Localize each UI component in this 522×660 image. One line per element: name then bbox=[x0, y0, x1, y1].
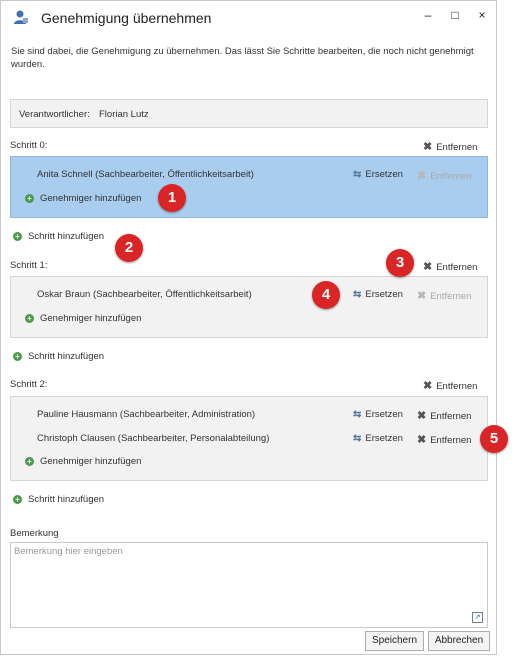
remove-label: Entfernen bbox=[430, 291, 472, 302]
intro-text: Sie sind dabei, die Genehmigung zu übern… bbox=[11, 46, 474, 70]
remove-icon: ✖ bbox=[423, 261, 433, 273]
add-step-button[interactable]: + Schritt hinzufügen bbox=[13, 351, 104, 362]
remove-icon: ✖ bbox=[423, 141, 433, 153]
user-icon bbox=[14, 10, 28, 24]
add-approver-label: Genehmiger hinzufügen bbox=[40, 193, 142, 204]
step-2-remove-label: Entfernen bbox=[436, 381, 478, 392]
replace-label: Ersetzen bbox=[365, 433, 403, 444]
add-icon: + bbox=[25, 313, 34, 323]
add-approver-button[interactable]: + Genehmiger hinzufügen bbox=[25, 193, 141, 204]
replace-button[interactable]: ⇆ Ersetzen bbox=[353, 433, 403, 444]
maximize-button[interactable]: □ bbox=[446, 8, 464, 24]
replace-label: Ersetzen bbox=[365, 169, 403, 180]
approver-name[interactable]: Anita Schnell (Sachbearbeiter, Öffentlic… bbox=[37, 169, 254, 180]
remove-icon: ✖ bbox=[423, 380, 433, 392]
step-2-box: Pauline Hausmann (Sachbearbeiter, Admini… bbox=[10, 396, 488, 481]
approver-remove-button[interactable]: ✖ Entfernen bbox=[417, 409, 471, 422]
step-0-remove-button[interactable]: ✖ Entfernen bbox=[423, 140, 477, 153]
approver-name[interactable]: Pauline Hausmann (Sachbearbeiter, Admini… bbox=[37, 409, 255, 420]
step-0-remove-label: Entfernen bbox=[436, 142, 478, 153]
add-approver-label: Genehmiger hinzufügen bbox=[40, 456, 142, 467]
step-1-remove-label: Entfernen bbox=[436, 262, 478, 273]
replace-label: Ersetzen bbox=[365, 409, 403, 420]
add-icon: + bbox=[25, 193, 34, 203]
replace-icon: ⇆ bbox=[353, 169, 362, 180]
replace-icon: ⇆ bbox=[353, 433, 362, 444]
resize-icon[interactable]: ↗ bbox=[472, 612, 483, 623]
callout-badge: 2 bbox=[115, 234, 143, 262]
callout-badge: 5 bbox=[480, 425, 508, 453]
add-icon: + bbox=[13, 494, 22, 504]
close-button[interactable]: × bbox=[473, 8, 491, 24]
remark-placeholder: Bemerkung hier eingeben bbox=[14, 546, 123, 557]
minimize-button[interactable]: – bbox=[419, 8, 437, 24]
approver-remove-button[interactable]: ✖ Entfernen bbox=[417, 433, 471, 446]
approver-name[interactable]: Oskar Braun (Sachbearbeiter, Öffentlichk… bbox=[37, 289, 252, 300]
add-step-label: Schritt hinzufügen bbox=[28, 494, 105, 505]
add-step-button[interactable]: + Schritt hinzufügen bbox=[13, 231, 104, 242]
responsible-label: Verantwortlicher: bbox=[19, 109, 90, 120]
remark-input[interactable]: Bemerkung hier eingeben ↗ bbox=[10, 542, 488, 628]
add-approver-button[interactable]: + Genehmiger hinzufügen bbox=[25, 456, 141, 467]
remove-icon: ✖ bbox=[417, 290, 427, 302]
window-title: Genehmigung übernehmen bbox=[41, 10, 212, 26]
responsible-name: Florian Lutz bbox=[99, 109, 149, 120]
replace-button[interactable]: ⇆ Ersetzen bbox=[353, 409, 403, 420]
responsible-box: Verantwortlicher: Florian Lutz bbox=[10, 99, 488, 128]
step-1-remove-button[interactable]: ✖ Entfernen bbox=[423, 260, 477, 273]
add-icon: + bbox=[13, 231, 22, 241]
approver-remove-button[interactable]: ✖ Entfernen bbox=[417, 289, 471, 302]
title-bar: Genehmigung übernehmen – □ × bbox=[1, 1, 496, 33]
step-1-label: Schritt 1: bbox=[10, 260, 48, 271]
cancel-button[interactable]: Abbrechen bbox=[428, 631, 490, 651]
replace-icon: ⇆ bbox=[353, 289, 362, 300]
add-step-label: Schritt hinzufügen bbox=[28, 351, 105, 362]
add-icon: + bbox=[13, 351, 22, 361]
callout-badge: 1 bbox=[158, 184, 186, 212]
add-approver-button[interactable]: + Genehmiger hinzufügen bbox=[25, 313, 141, 324]
callout-badge: 3 bbox=[386, 249, 414, 277]
replace-label: Ersetzen bbox=[365, 289, 403, 300]
remove-icon: ✖ bbox=[417, 170, 427, 182]
replace-button[interactable]: ⇆ Ersetzen bbox=[353, 169, 403, 180]
remove-icon: ✖ bbox=[417, 434, 427, 446]
save-button[interactable]: Speichern bbox=[365, 631, 424, 651]
dialog-window: Genehmigung übernehmen – □ × Sie sind da… bbox=[0, 0, 497, 655]
replace-icon: ⇆ bbox=[353, 409, 362, 420]
step-0-label: Schritt 0: bbox=[10, 140, 48, 151]
approver-name[interactable]: Christoph Clausen (Sachbearbeiter, Perso… bbox=[37, 433, 269, 444]
remove-label: Entfernen bbox=[430, 411, 472, 422]
remove-label: Entfernen bbox=[430, 171, 472, 182]
add-icon: + bbox=[25, 456, 34, 466]
add-approver-label: Genehmiger hinzufügen bbox=[40, 313, 142, 324]
callout-badge: 4 bbox=[312, 281, 340, 309]
approver-remove-button[interactable]: ✖ Entfernen bbox=[417, 169, 471, 182]
step-2-label: Schritt 2: bbox=[10, 379, 48, 390]
add-step-label: Schritt hinzufügen bbox=[28, 231, 105, 242]
step-2-remove-button[interactable]: ✖ Entfernen bbox=[423, 379, 477, 392]
step-1-box: Oskar Braun (Sachbearbeiter, Öffentlichk… bbox=[10, 276, 488, 338]
remark-label: Bemerkung bbox=[10, 528, 59, 539]
remove-icon: ✖ bbox=[417, 410, 427, 422]
step-0-box: Anita Schnell (Sachbearbeiter, Öffentlic… bbox=[10, 156, 488, 218]
add-step-button[interactable]: + Schritt hinzufügen bbox=[13, 494, 104, 505]
replace-button[interactable]: ⇆ Ersetzen bbox=[353, 289, 403, 300]
remove-label: Entfernen bbox=[430, 435, 472, 446]
